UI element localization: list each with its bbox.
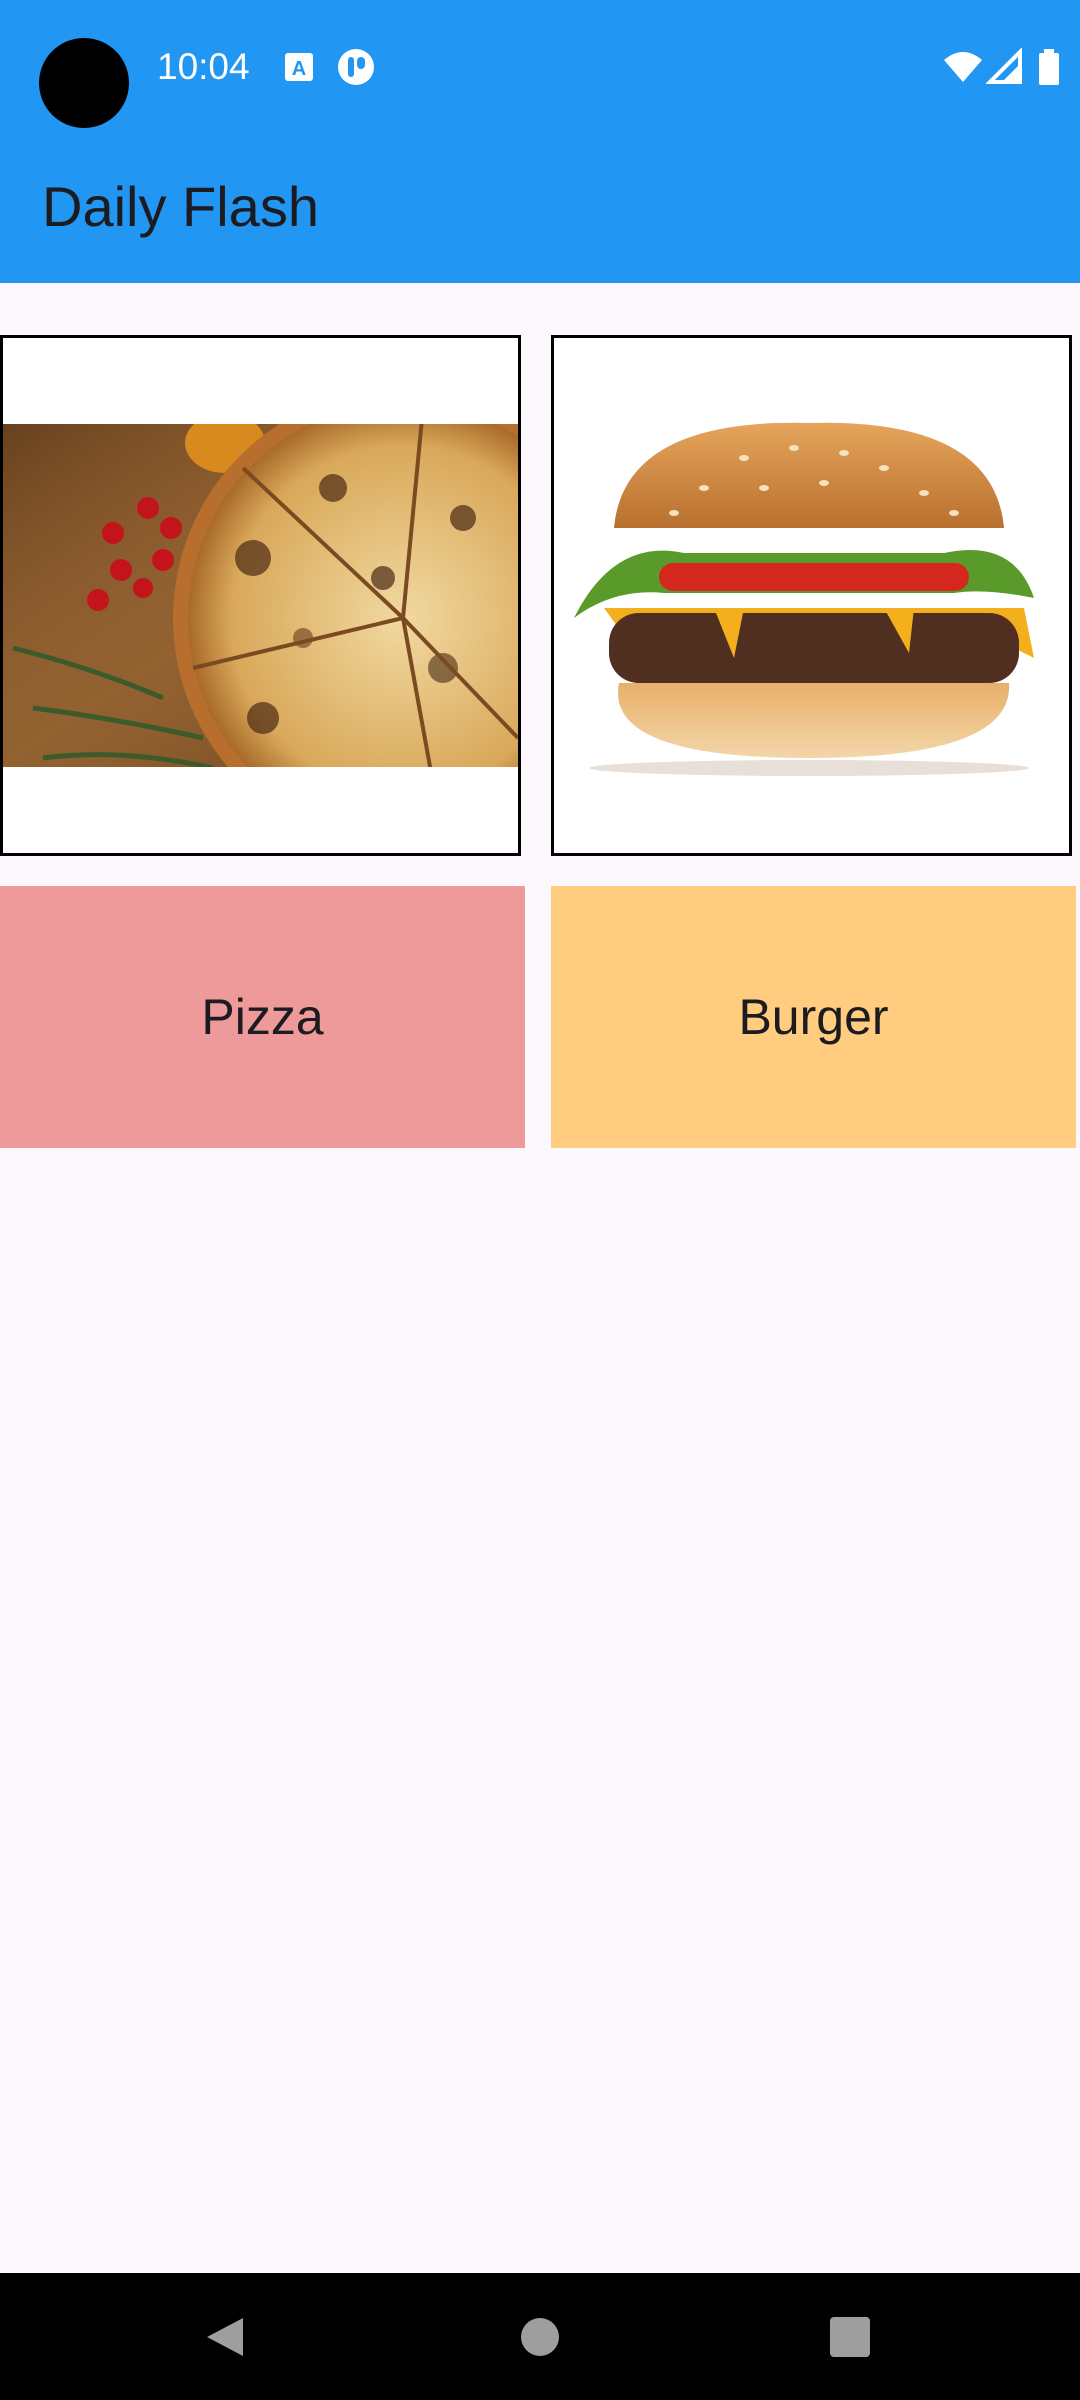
camera-cutout bbox=[39, 38, 129, 128]
back-button[interactable] bbox=[165, 2273, 285, 2400]
screen: 10:04 A Daily Flash Pizza Burger bbox=[0, 0, 1080, 2400]
pizza-card[interactable]: Pizza bbox=[0, 886, 525, 1148]
back-icon bbox=[207, 2317, 243, 2356]
svg-text:A: A bbox=[292, 58, 306, 80]
app-title: Daily Flash bbox=[42, 175, 319, 238]
burger-image-tile[interactable] bbox=[551, 335, 1072, 856]
signal-icon bbox=[986, 48, 1022, 84]
pizza-image-tile[interactable] bbox=[0, 335, 521, 856]
app-notification-icon bbox=[338, 49, 374, 85]
home-button[interactable] bbox=[480, 2273, 600, 2400]
recents-icon bbox=[830, 2316, 870, 2357]
recents-button[interactable] bbox=[790, 2273, 910, 2400]
burger-image bbox=[554, 338, 1069, 853]
app-bar: 10:04 A Daily Flash bbox=[0, 0, 1080, 283]
pizza-card-label: Pizza bbox=[201, 989, 324, 1045]
wifi-icon bbox=[944, 52, 982, 82]
burger-card[interactable]: Burger bbox=[551, 886, 1076, 1148]
battery-icon bbox=[1039, 49, 1059, 85]
pizza-image bbox=[3, 338, 518, 853]
text-a-icon: A bbox=[285, 53, 313, 81]
burger-card-label: Burger bbox=[738, 989, 889, 1045]
home-icon bbox=[521, 2317, 559, 2356]
status-time: 10:04 bbox=[157, 46, 250, 87]
navigation-bar bbox=[0, 2273, 1080, 2400]
